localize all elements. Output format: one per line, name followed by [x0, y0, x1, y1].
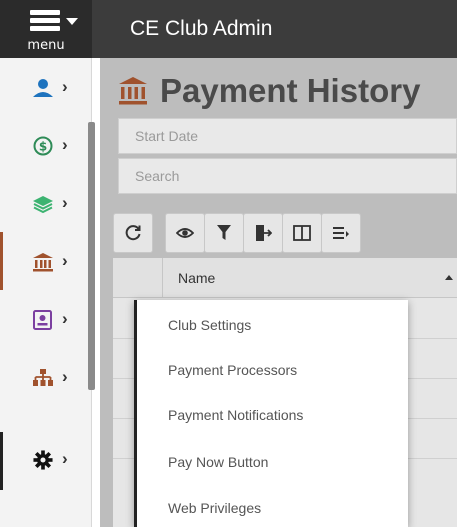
chevron-right-icon: ›	[62, 367, 68, 386]
sort-asc-icon[interactable]	[445, 275, 453, 280]
chevron-right-icon: ›	[62, 77, 68, 96]
menu-item-payment-processors[interactable]: Payment Processors	[137, 350, 408, 390]
sidebar-item-bank[interactable]: ›	[0, 232, 92, 290]
search-field[interactable]	[118, 158, 457, 194]
chevron-right-icon: ›	[62, 309, 68, 328]
refresh-icon	[125, 225, 141, 241]
sidebar-item-organization[interactable]: ›	[0, 348, 92, 406]
menu-item-web-privileges[interactable]: Web Privileges	[137, 488, 408, 527]
filter-button[interactable]	[204, 213, 244, 253]
sidebar-item-badges[interactable]: ›	[0, 290, 92, 348]
columns-button[interactable]	[282, 213, 322, 253]
view-button[interactable]	[165, 213, 205, 253]
chevron-right-icon: ›	[62, 449, 68, 468]
columns-icon	[293, 225, 311, 241]
svg-text:$: $	[39, 140, 47, 154]
sidebar-item-settings[interactable]: ›	[0, 432, 92, 490]
bank-icon	[33, 253, 53, 272]
menu-item-club-settings[interactable]: Club Settings	[137, 305, 408, 345]
menu-button[interactable]: menu	[0, 0, 92, 58]
menu-label: menu	[27, 38, 65, 53]
id-badge-icon	[33, 310, 52, 330]
filter-icon	[217, 225, 231, 240]
export-icon	[256, 225, 272, 241]
list-options-button[interactable]	[321, 213, 361, 253]
menu-item-pay-now-button[interactable]: Pay Now Button	[137, 442, 408, 482]
start-date-input[interactable]	[119, 119, 456, 153]
table-header: Name	[113, 258, 457, 298]
layers-icon	[33, 196, 53, 214]
list-icon	[333, 227, 349, 239]
top-bar: menu CE Club Admin	[0, 0, 457, 58]
sidebar-scrollbar[interactable]	[88, 122, 95, 390]
sidebar-item-members[interactable]: ›	[0, 58, 92, 116]
column-header-name[interactable]: Name	[178, 270, 215, 286]
hamburger-icon	[30, 10, 60, 32]
start-date-field[interactable]	[118, 118, 457, 154]
page-title: Payment History	[160, 72, 421, 109]
chevron-right-icon: ›	[62, 193, 68, 212]
dollar-circle-icon: $	[33, 136, 53, 156]
sidebar: › $ › › › › › ›	[0, 58, 95, 527]
org-chart-icon	[33, 369, 53, 386]
chevron-right-icon: ›	[62, 251, 68, 270]
gear-icon	[33, 450, 53, 470]
export-button[interactable]	[243, 213, 283, 253]
bank-icon	[119, 77, 147, 105]
sidebar-item-layers[interactable]: ›	[0, 174, 92, 232]
refresh-button[interactable]	[113, 213, 153, 253]
app-title: CE Club Admin	[130, 17, 273, 40]
sidebar-item-payments[interactable]: $ ›	[0, 116, 92, 174]
settings-dropdown-menu: Club Settings Payment Processors Payment…	[134, 300, 408, 527]
eye-icon	[176, 228, 194, 238]
menu-item-payment-notifications[interactable]: Payment Notifications	[137, 395, 408, 435]
search-input[interactable]	[119, 159, 456, 193]
menu-caret-icon	[66, 18, 78, 25]
user-icon	[33, 79, 53, 97]
select-all-cell[interactable]	[113, 258, 163, 298]
chevron-right-icon: ›	[62, 135, 68, 154]
